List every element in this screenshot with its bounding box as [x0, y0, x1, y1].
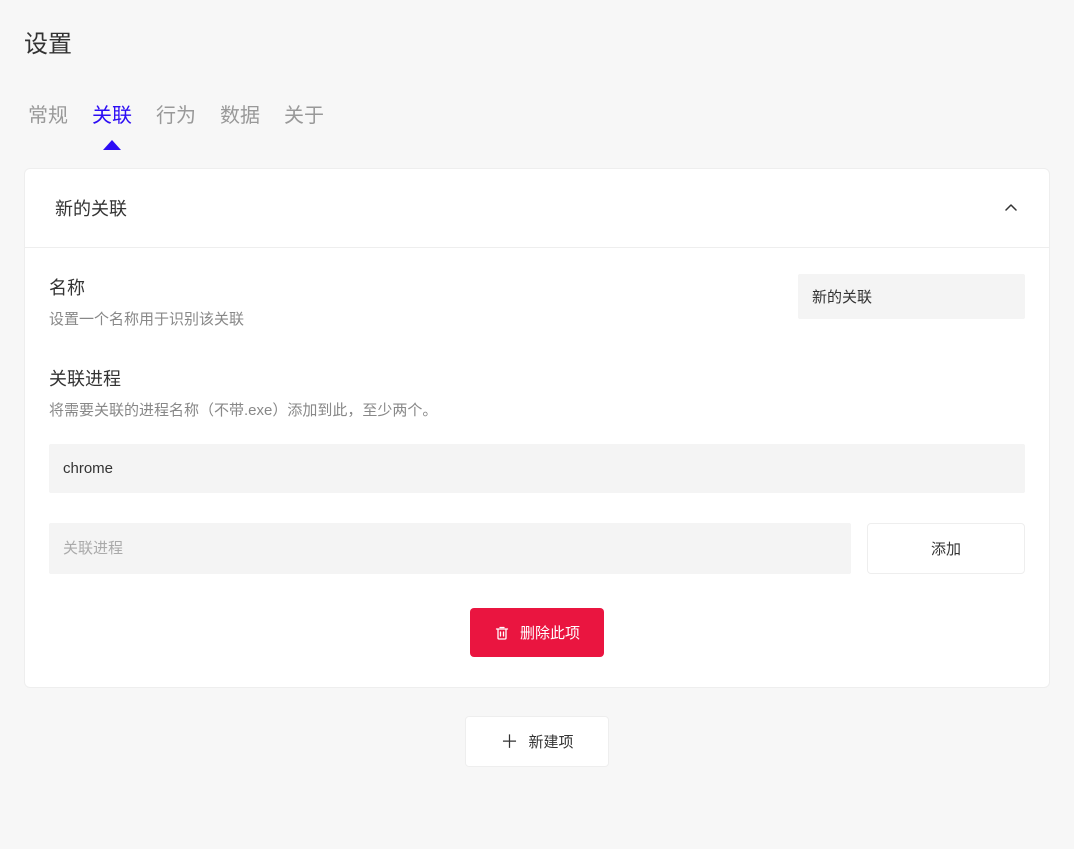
delete-item-button[interactable]: 删除此项 — [470, 608, 604, 657]
new-item-row: ＋ 新建项 — [24, 716, 1050, 767]
page-title: 设置 — [24, 24, 1050, 59]
chevron-up-icon — [1003, 200, 1019, 216]
process-field-desc: 将需要关联的进程名称（不带.exe）添加到此，至少两个。 — [49, 399, 1025, 420]
add-process-input[interactable] — [49, 523, 851, 574]
panel-body: 名称 设置一个名称用于识别该关联 关联进程 将需要关联的进程名称（不带.exe）… — [25, 248, 1049, 687]
name-field-desc: 设置一个名称用于识别该关联 — [49, 308, 798, 329]
name-field-label: 名称 — [49, 274, 798, 300]
process-field-block: 关联进程 将需要关联的进程名称（不带.exe）添加到此，至少两个。 chrome… — [49, 365, 1025, 574]
tabs: 常规 关联 行为 数据 关于 — [24, 99, 1050, 136]
tab-behavior[interactable]: 行为 — [156, 99, 196, 136]
assoc-panel: 新的关联 名称 设置一个名称用于识别该关联 关联进程 将需要关联的进程名称（不带… — [24, 168, 1050, 688]
name-input[interactable] — [798, 274, 1025, 319]
add-process-row: 添加 — [49, 523, 1025, 574]
add-button-label: 添加 — [931, 538, 961, 559]
trash-icon — [494, 625, 510, 641]
delete-button-label: 删除此项 — [520, 622, 580, 643]
tab-data[interactable]: 数据 — [220, 99, 260, 136]
process-list: chrome — [49, 444, 1025, 493]
name-field-label-block: 名称 设置一个名称用于识别该关联 — [49, 274, 798, 329]
process-field-label: 关联进程 — [49, 365, 1025, 391]
process-item[interactable]: chrome — [49, 444, 1025, 493]
tab-general[interactable]: 常规 — [28, 99, 68, 136]
panel-header-title: 新的关联 — [55, 195, 127, 221]
new-item-label: 新建项 — [528, 731, 573, 752]
tab-about[interactable]: 关于 — [284, 99, 324, 136]
delete-row: 删除此项 — [49, 608, 1025, 657]
tab-assoc[interactable]: 关联 — [92, 99, 132, 136]
add-process-button[interactable]: 添加 — [867, 523, 1025, 574]
name-field-row: 名称 设置一个名称用于识别该关联 — [49, 274, 1025, 329]
plus-icon: ＋ — [500, 733, 518, 751]
panel-header[interactable]: 新的关联 — [25, 169, 1049, 248]
new-item-button[interactable]: ＋ 新建项 — [465, 716, 608, 767]
